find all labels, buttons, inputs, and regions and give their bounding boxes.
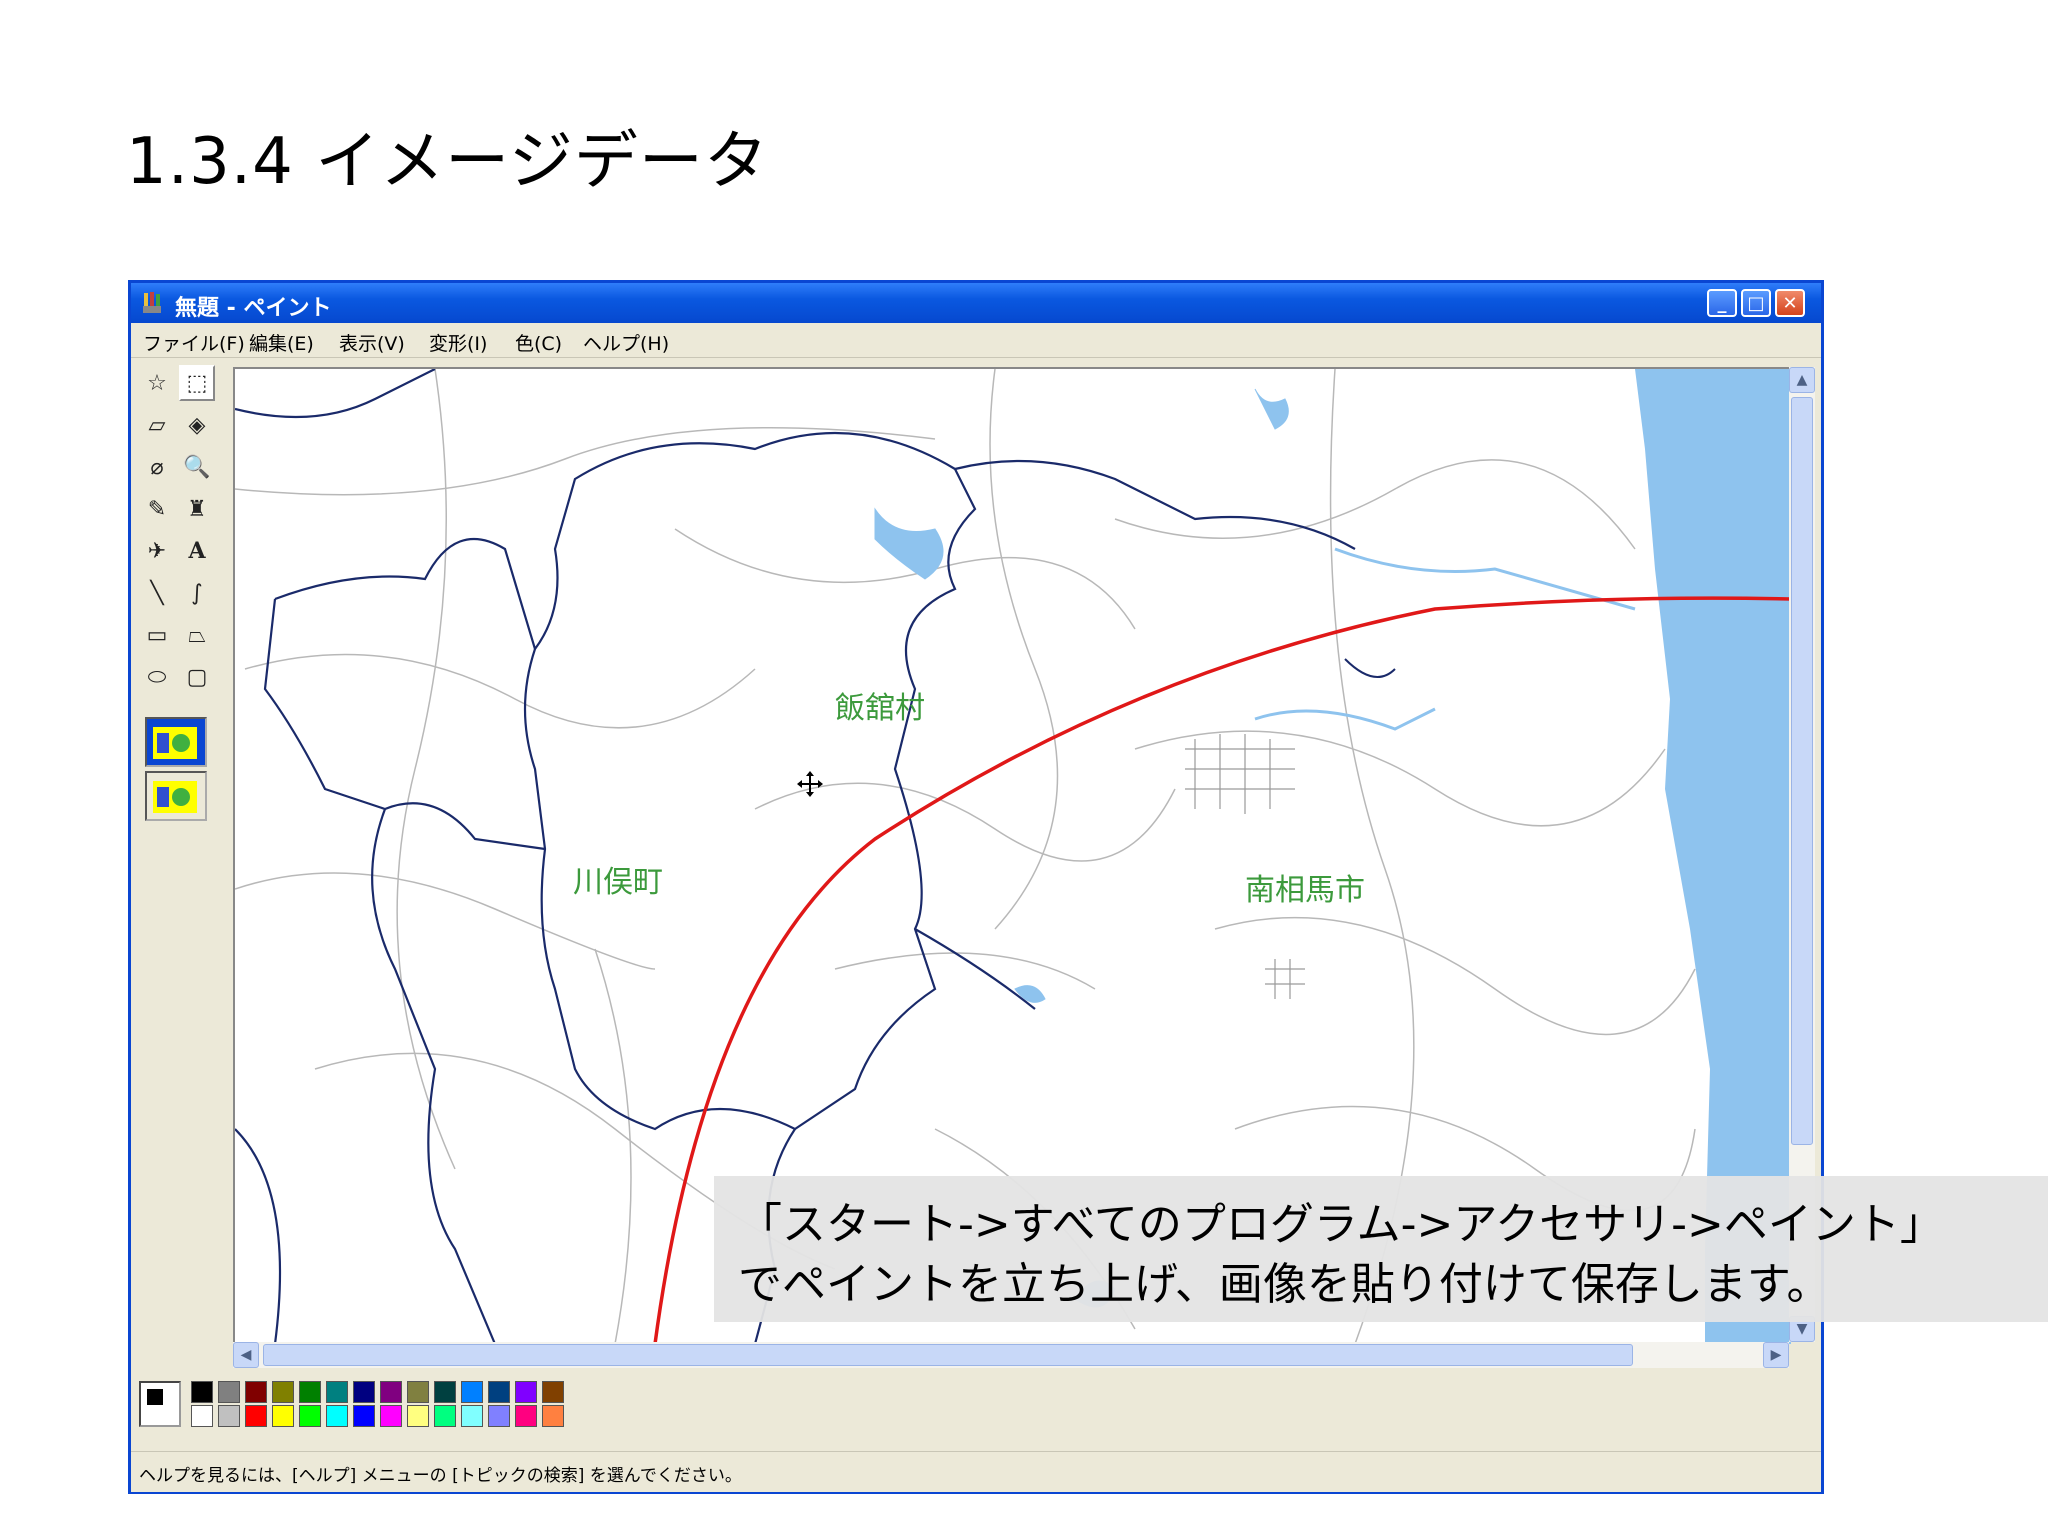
palette-swatch[interactable]: [380, 1405, 402, 1427]
palette-swatch[interactable]: [326, 1405, 348, 1427]
rectangle-tool[interactable]: ▭: [139, 617, 175, 653]
magnifier-tool[interactable]: 🔍: [179, 449, 215, 485]
menu-edit[interactable]: 編集(E): [249, 329, 314, 356]
map-label-iitate: 飯舘村: [835, 691, 925, 726]
palette-swatch[interactable]: [515, 1381, 537, 1403]
menu-file[interactable]: ファイル(F): [143, 329, 245, 356]
palette-swatch[interactable]: [245, 1405, 267, 1427]
palette-swatch[interactable]: [461, 1381, 483, 1403]
move-cursor-icon: [797, 771, 823, 797]
current-colors[interactable]: [139, 1381, 181, 1427]
scroll-left-arrow-icon[interactable]: ◀: [233, 1342, 259, 1368]
palette-swatch[interactable]: [353, 1405, 375, 1427]
status-text: ヘルプを見るには、[ヘルプ] メニューの [トピックの検索] を選んでください。: [139, 1466, 742, 1486]
caption-box: 「スタート->すべてのプログラム->アクセサリ->ペイント」 でペイントを立ち上…: [714, 1176, 2048, 1322]
palette-swatch[interactable]: [542, 1381, 564, 1403]
curve-tool[interactable]: ∫: [179, 575, 215, 611]
palette-swatch[interactable]: [380, 1381, 402, 1403]
color-picker-tool[interactable]: ⌀: [139, 449, 175, 485]
opaque-option[interactable]: [145, 717, 207, 767]
caption-line-1: 「スタート->すべてのプログラム->アクセサリ->ペイント」: [738, 1199, 1944, 1250]
airbrush-tool[interactable]: ✈: [139, 533, 175, 569]
line-tool[interactable]: ╲: [139, 575, 175, 611]
palette-swatch[interactable]: [191, 1405, 213, 1427]
slide-title: 1.3.4 イメージデータ: [126, 125, 769, 199]
eraser-tool[interactable]: ▱: [139, 407, 175, 443]
transparent-option[interactable]: [145, 771, 207, 821]
status-bar: ヘルプを見るには、[ヘルプ] メニューの [トピックの検索] を選んでください。: [131, 1451, 1821, 1492]
menu-help[interactable]: ヘルプ(H): [583, 329, 669, 356]
map-label-minamisoma: 南相馬市: [1245, 873, 1365, 908]
menu-colors[interactable]: 色(C): [515, 329, 562, 356]
map-label-kawamata: 川俣町: [573, 865, 663, 900]
menu-view[interactable]: 表示(V): [339, 329, 405, 356]
palette-swatch[interactable]: [218, 1381, 240, 1403]
caption-line-2: でペイントを立ち上げ、画像を貼り付けて保存します。: [738, 1259, 1831, 1310]
palette-swatch[interactable]: [272, 1405, 294, 1427]
window-title: 無題 - ペイント: [175, 296, 332, 321]
palette-swatch[interactable]: [407, 1405, 429, 1427]
palette-swatch[interactable]: [542, 1405, 564, 1427]
free-select-tool[interactable]: ☆: [139, 365, 175, 401]
scroll-up-arrow-icon[interactable]: ▲: [1789, 367, 1815, 393]
ellipse-tool[interactable]: ⬭: [139, 659, 175, 695]
palette-swatch[interactable]: [488, 1405, 510, 1427]
palette-swatch[interactable]: [191, 1381, 213, 1403]
palette-swatch[interactable]: [461, 1405, 483, 1427]
minimize-button[interactable]: _: [1707, 289, 1737, 317]
rect-select-tool[interactable]: ⬚: [179, 365, 215, 401]
transparent-shapes-icon: [153, 781, 197, 813]
menu-bar: ファイル(F) 編集(E) 表示(V) 変形(I) 色(C) ヘルプ(H): [131, 323, 1821, 358]
vertical-scroll-thumb[interactable]: [1791, 397, 1813, 1145]
palette-swatch[interactable]: [218, 1405, 240, 1427]
palette-swatch[interactable]: [245, 1381, 267, 1403]
brush-tool[interactable]: ♜: [179, 491, 215, 527]
palette-swatch[interactable]: [299, 1405, 321, 1427]
palette-swatch[interactable]: [353, 1381, 375, 1403]
opaque-shapes-icon: [153, 727, 197, 759]
color-palette: [135, 1375, 735, 1441]
palette-swatch[interactable]: [407, 1381, 429, 1403]
polygon-tool[interactable]: ⏢: [179, 617, 215, 653]
fill-tool[interactable]: ◈: [179, 407, 215, 443]
scroll-right-arrow-icon[interactable]: ▶: [1763, 1342, 1789, 1368]
text-tool[interactable]: A: [179, 533, 215, 569]
palette-swatch[interactable]: [434, 1381, 456, 1403]
palette-swatch[interactable]: [488, 1381, 510, 1403]
horizontal-scrollbar[interactable]: ◀ ▶: [233, 1342, 1789, 1368]
close-button[interactable]: ✕: [1775, 289, 1805, 317]
maximize-button[interactable]: □: [1741, 289, 1771, 317]
palette-swatch[interactable]: [326, 1381, 348, 1403]
palette-swatch[interactable]: [515, 1405, 537, 1427]
palette-swatch[interactable]: [299, 1381, 321, 1403]
paint-app-icon: [143, 292, 161, 313]
toolbox: ☆ ⬚ ▱ ◈ ⌀ 🔍 ✎ ♜ ✈ A ╲ ∫ ▭ ⏢ ⬭ ▢: [135, 361, 221, 1341]
title-bar[interactable]: 無題 - ペイント _ □ ✕: [131, 283, 1821, 323]
palette-swatch[interactable]: [272, 1381, 294, 1403]
pencil-tool[interactable]: ✎: [139, 491, 175, 527]
menu-image[interactable]: 変形(I): [429, 329, 487, 356]
horizontal-scroll-thumb[interactable]: [263, 1344, 1633, 1366]
palette-swatch[interactable]: [434, 1405, 456, 1427]
rounded-rect-tool[interactable]: ▢: [179, 659, 215, 695]
